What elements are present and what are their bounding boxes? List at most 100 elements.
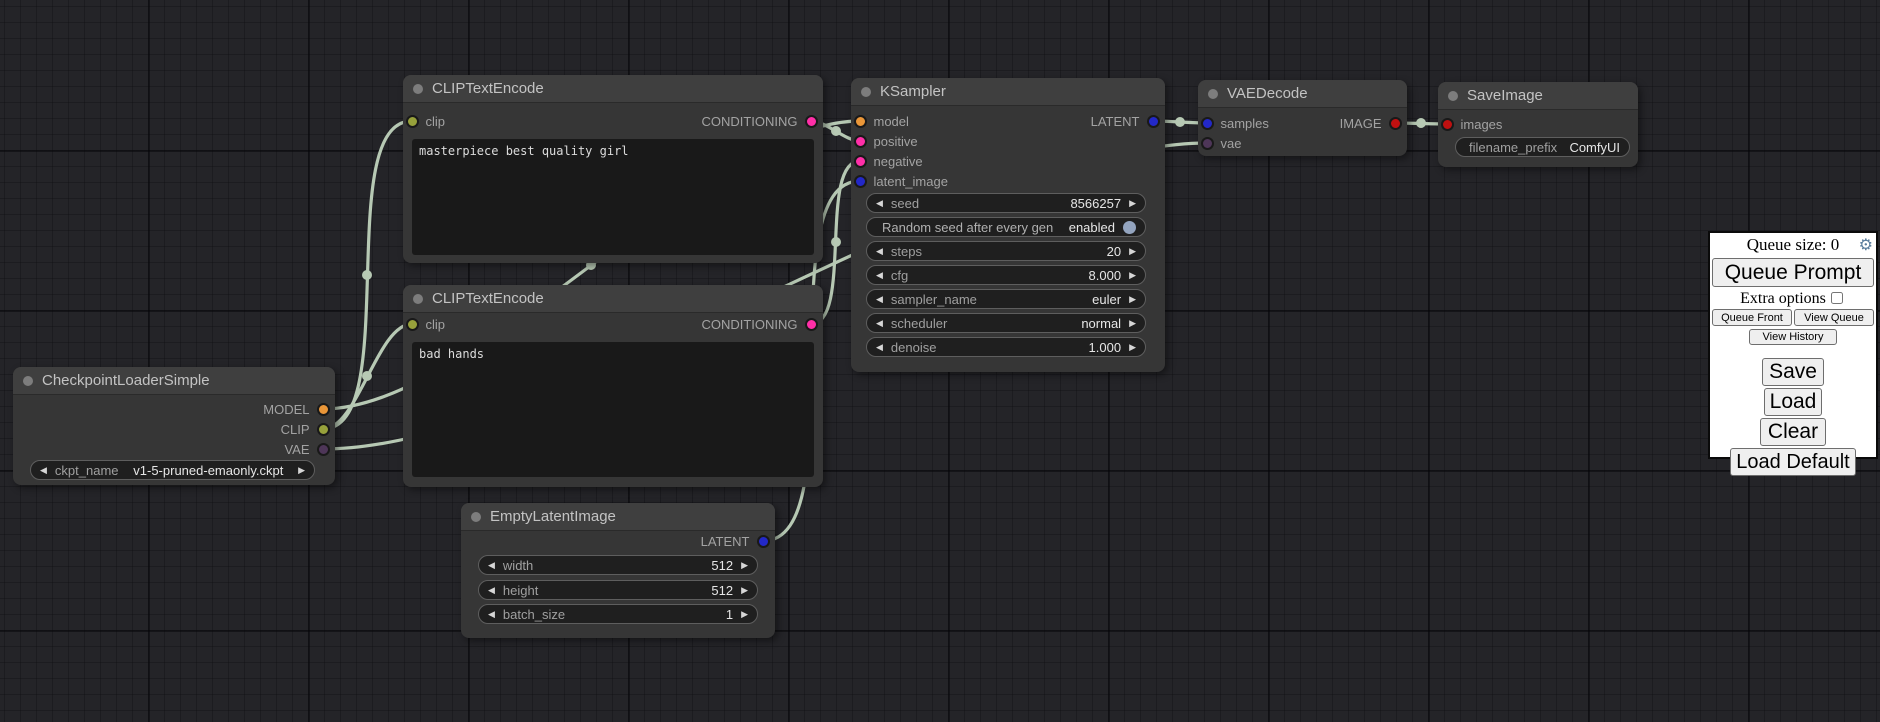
clear-button[interactable]: Clear xyxy=(1760,418,1826,446)
sampler-name-widget[interactable]: ◀ sampler_name euler ▶ xyxy=(866,289,1146,309)
output-label: IMAGE xyxy=(1340,116,1382,131)
settings-gear-icon[interactable]: ⚙ xyxy=(1859,235,1873,255)
clip-input-port[interactable] xyxy=(406,115,419,128)
filename-prefix-value: ComfyUI xyxy=(1569,140,1620,155)
queue-front-button[interactable]: Queue Front xyxy=(1712,309,1792,326)
collapse-dot-icon[interactable] xyxy=(861,87,871,97)
increment-arrow-icon[interactable]: ▶ xyxy=(741,610,748,619)
output-label: LATENT xyxy=(701,534,750,549)
decrement-arrow-icon[interactable]: ◀ xyxy=(876,247,883,256)
node-graph-canvas[interactable]: CheckpointLoaderSimple MODEL CLIP VAE ◀ … xyxy=(0,0,1880,722)
node-save-image[interactable]: SaveImage images filename_prefix ComfyUI xyxy=(1438,82,1638,167)
image-output-port[interactable] xyxy=(1389,117,1402,130)
latent-image-input-port[interactable] xyxy=(854,175,867,188)
latent-output-port[interactable] xyxy=(757,535,770,548)
decrement-arrow-icon[interactable]: ◀ xyxy=(488,561,495,570)
node-title-bar[interactable]: VAEDecode xyxy=(1198,80,1407,108)
decrement-arrow-icon[interactable]: ◀ xyxy=(876,343,883,352)
link-midpoint-dot xyxy=(831,126,841,136)
node-vae-decode[interactable]: VAEDecode samples IMAGE vae xyxy=(1198,80,1407,156)
link-midpoint-dot xyxy=(362,270,372,280)
conditioning-output-port[interactable] xyxy=(805,318,818,331)
node-checkpoint-loader[interactable]: CheckpointLoaderSimple MODEL CLIP VAE ◀ … xyxy=(13,367,335,485)
node-title: CLIPTextEncode xyxy=(432,290,544,307)
random-seed-toggle-widget[interactable]: Random seed after every gen enabled xyxy=(866,217,1146,237)
input-label: model xyxy=(874,114,909,129)
denoise-widget[interactable]: ◀ denoise 1.000 ▶ xyxy=(866,337,1146,357)
vae-input-port[interactable] xyxy=(1201,137,1214,150)
node-title-bar[interactable]: EmptyLatentImage xyxy=(461,503,775,531)
link-midpoint-dot xyxy=(1175,117,1185,127)
increment-arrow-icon[interactable]: ▶ xyxy=(1129,319,1136,328)
batch-size-value: 1 xyxy=(726,607,733,622)
height-widget[interactable]: ◀ height 512 ▶ xyxy=(478,580,758,600)
positive-prompt-textarea[interactable]: masterpiece best quality girl xyxy=(412,139,814,255)
node-title-bar[interactable]: CLIPTextEncode xyxy=(403,285,823,313)
steps-widget[interactable]: ◀ steps 20 ▶ xyxy=(866,241,1146,261)
ckpt-name-widget[interactable]: ◀ ckpt_name v1-5-pruned-emaonly.ckpt ▶ xyxy=(30,460,315,480)
increment-arrow-icon[interactable]: ▶ xyxy=(741,586,748,595)
seed-widget[interactable]: ◀ seed 8566257 ▶ xyxy=(866,193,1146,213)
node-title-bar[interactable]: KSampler xyxy=(851,78,1165,106)
filename-prefix-widget[interactable]: filename_prefix ComfyUI xyxy=(1455,137,1630,157)
collapse-dot-icon[interactable] xyxy=(413,294,423,304)
collapse-dot-icon[interactable] xyxy=(413,84,423,94)
save-button[interactable]: Save xyxy=(1762,358,1824,386)
decrement-arrow-icon[interactable]: ◀ xyxy=(876,295,883,304)
link-midpoint-dot xyxy=(362,371,372,381)
increment-arrow-icon[interactable]: ▶ xyxy=(1129,199,1136,208)
queue-prompt-button[interactable]: Queue Prompt xyxy=(1712,258,1874,287)
decrement-arrow-icon[interactable]: ◀ xyxy=(488,586,495,595)
collapse-dot-icon[interactable] xyxy=(1448,91,1458,101)
decrement-arrow-icon[interactable]: ◀ xyxy=(488,610,495,619)
negative-prompt-textarea[interactable]: bad hands xyxy=(412,342,814,477)
node-clip-text-encode-positive[interactable]: CLIPTextEncode clip CONDITIONING masterp… xyxy=(403,75,823,263)
view-queue-button[interactable]: View Queue xyxy=(1794,309,1874,326)
view-history-button[interactable]: View History xyxy=(1749,329,1837,345)
width-widget[interactable]: ◀ width 512 ▶ xyxy=(478,555,758,575)
increment-arrow-icon[interactable]: ▶ xyxy=(741,561,748,570)
node-title-bar[interactable]: CLIPTextEncode xyxy=(403,75,823,103)
vae-output-port[interactable] xyxy=(317,443,330,456)
scheduler-widget[interactable]: ◀ scheduler normal ▶ xyxy=(866,313,1146,333)
batch-size-widget[interactable]: ◀ batch_size 1 ▶ xyxy=(478,604,758,624)
collapse-dot-icon[interactable] xyxy=(471,512,481,522)
increment-arrow-icon[interactable]: ▶ xyxy=(1129,271,1136,280)
model-output-port[interactable] xyxy=(317,403,330,416)
collapse-dot-icon[interactable] xyxy=(1208,89,1218,99)
increment-arrow-icon[interactable]: ▶ xyxy=(1129,343,1136,352)
conditioning-output-port[interactable] xyxy=(805,115,818,128)
clip-input-port[interactable] xyxy=(406,318,419,331)
toggle-enabled-icon[interactable] xyxy=(1123,221,1136,234)
load-button[interactable]: Load xyxy=(1764,388,1822,416)
collapse-dot-icon[interactable] xyxy=(23,376,33,386)
scheduler-value: normal xyxy=(1081,316,1121,331)
clip-output-port[interactable] xyxy=(317,423,330,436)
load-default-button[interactable]: Load Default xyxy=(1730,448,1856,476)
input-label: negative xyxy=(874,154,923,169)
positive-input-port[interactable] xyxy=(854,135,867,148)
denoise-value: 1.000 xyxy=(1089,340,1122,355)
node-clip-text-encode-negative[interactable]: CLIPTextEncode clip CONDITIONING bad han… xyxy=(403,285,823,487)
images-input-port[interactable] xyxy=(1441,118,1454,131)
decrement-arrow-icon[interactable]: ◀ xyxy=(876,319,883,328)
decrement-arrow-icon[interactable]: ◀ xyxy=(876,271,883,280)
node-empty-latent-image[interactable]: EmptyLatentImage LATENT ◀ width 512 ▶ ◀ … xyxy=(461,503,775,638)
steps-value: 20 xyxy=(1107,244,1121,259)
queue-size-label: Queue size: 0 xyxy=(1710,235,1876,255)
latent-output-port[interactable] xyxy=(1147,115,1160,128)
node-title-bar[interactable]: CheckpointLoaderSimple xyxy=(13,367,335,395)
decrement-arrow-icon[interactable]: ◀ xyxy=(40,466,47,475)
decrement-arrow-icon[interactable]: ◀ xyxy=(876,199,883,208)
samples-input-port[interactable] xyxy=(1201,117,1214,130)
model-input-port[interactable] xyxy=(854,115,867,128)
cfg-widget[interactable]: ◀ cfg 8.000 ▶ xyxy=(866,265,1146,285)
increment-arrow-icon[interactable]: ▶ xyxy=(298,466,305,475)
increment-arrow-icon[interactable]: ▶ xyxy=(1129,295,1136,304)
node-title-bar[interactable]: SaveImage xyxy=(1438,82,1638,110)
node-ksampler[interactable]: KSampler model LATENT positive negative xyxy=(851,78,1165,372)
negative-input-port[interactable] xyxy=(854,155,867,168)
increment-arrow-icon[interactable]: ▶ xyxy=(1129,247,1136,256)
extra-options-checkbox[interactable] xyxy=(1831,292,1843,304)
cfg-value: 8.000 xyxy=(1089,268,1122,283)
